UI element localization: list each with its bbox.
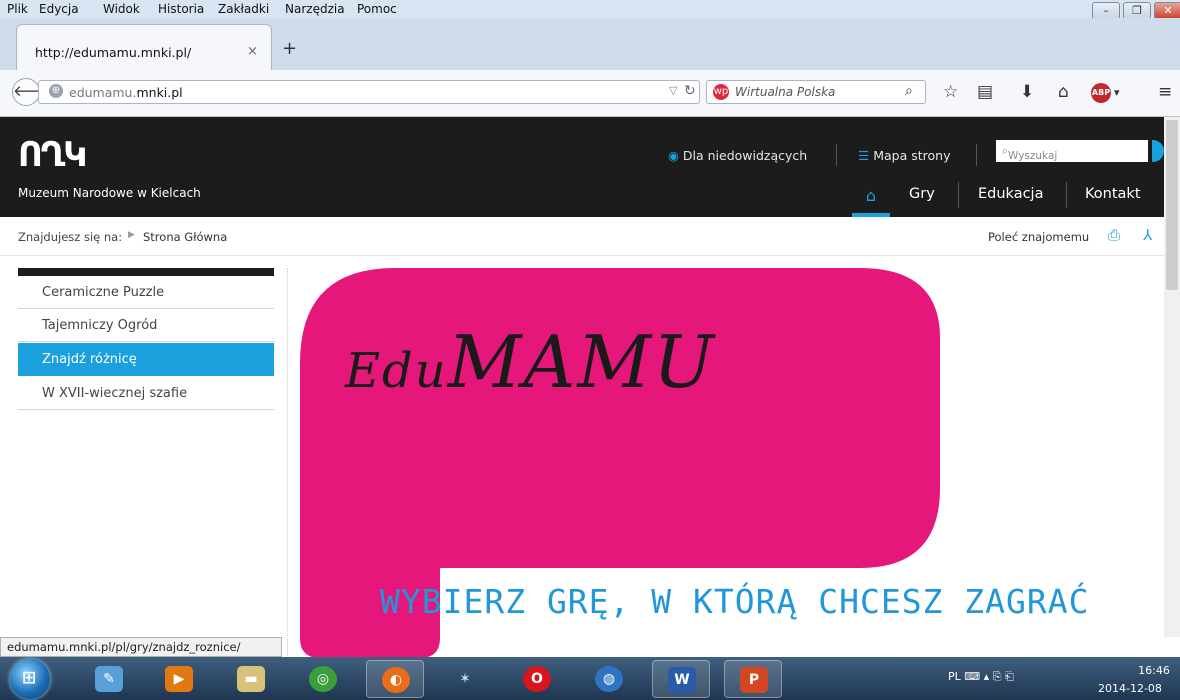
powerpoint-icon: P xyxy=(740,667,768,693)
recommend-link[interactable]: Poleć znajomemu xyxy=(988,230,1089,244)
banner-title: EduMAMU xyxy=(345,320,716,404)
search-bar[interactable]: wp Wirtualna Polska ⌕ xyxy=(706,80,926,104)
nav-games[interactable]: Gry xyxy=(909,186,935,202)
power-icon[interactable]: ⎗ xyxy=(1005,670,1014,683)
address-bar[interactable]: ⊕ edumamu.mnki.pl ▽ ↻ xyxy=(38,80,700,104)
menu-bar: Plik Edycja Widok Historia Zakładki Narz… xyxy=(0,0,1180,18)
menu-history[interactable]: Historia xyxy=(158,2,204,16)
eye-icon: ◉ xyxy=(668,148,679,163)
tab-active[interactable]: http://edumamu.mnki.pl/ × xyxy=(16,24,272,72)
sidebar-item-wardrobe[interactable]: W XVII-wiecznej szafie xyxy=(18,377,274,410)
taskbar-app[interactable]: O xyxy=(508,660,566,698)
sidebar-item-ceramic-puzzle[interactable]: Ceramiczne Puzzle xyxy=(18,276,274,309)
bookmark-star-icon[interactable]: ☆ xyxy=(943,82,958,102)
museum-logo[interactable]: ՈՂԿ xyxy=(18,135,87,175)
menu-tools[interactable]: Narzędzia xyxy=(285,2,345,16)
globe-icon: ⊕ xyxy=(49,84,63,98)
site-search-input[interactable]: ⌕ Wyszukaj xyxy=(996,140,1148,162)
word-icon: W xyxy=(668,667,696,693)
opera-icon: O xyxy=(523,666,551,692)
museum-name[interactable]: Muzeum Narodowe w Kielcach xyxy=(18,186,201,200)
url-text: edumamu.mnki.pl xyxy=(69,85,183,100)
clock-date[interactable]: 2014-12-08 xyxy=(1098,682,1162,695)
menu-view[interactable]: Widok xyxy=(103,2,140,16)
new-tab-button[interactable]: + xyxy=(282,38,297,59)
sidebar-item-secret-garden[interactable]: Tajemniczy Ogród xyxy=(18,309,274,342)
back-button[interactable]: 🡐 xyxy=(12,78,53,106)
header-divider xyxy=(836,144,837,166)
sidebar-header-bar xyxy=(18,268,274,276)
taskbar-app-active[interactable]: ◐ xyxy=(366,660,424,698)
nav-education[interactable]: Edukacja xyxy=(978,186,1043,202)
header-divider xyxy=(976,144,977,166)
low-vision-link[interactable]: ◉ Dla niedowidzących xyxy=(668,148,807,163)
network-icon[interactable]: ⎘ xyxy=(993,670,1002,683)
tray-expand-icon[interactable]: ▴ xyxy=(984,670,990,683)
home-icon[interactable]: ⌂ xyxy=(1058,82,1069,102)
adblock-icon[interactable]: ABP xyxy=(1091,83,1111,103)
taskbar-app[interactable]: ▶ xyxy=(150,660,208,698)
tab-close-icon[interactable]: × xyxy=(247,44,258,59)
scrollbar-thumb[interactable] xyxy=(1166,120,1178,290)
print-icon[interactable]: ⎙ xyxy=(1108,226,1120,244)
hamburger-menu-icon[interactable]: ≡ xyxy=(1158,82,1172,102)
bookmarks-menu-icon[interactable]: ▤ xyxy=(977,82,993,102)
chrome-icon: ◎ xyxy=(309,666,337,692)
reload-icon[interactable]: ↻ xyxy=(684,83,696,99)
pdf-icon[interactable]: ⅄ xyxy=(1143,226,1152,244)
system-tray[interactable]: PL ⌨ ▴ ⎘ ⎗ xyxy=(948,670,1014,684)
firefox-icon: ◐ xyxy=(382,667,410,693)
media-player-icon: ▶ xyxy=(165,666,193,692)
taskbar-app[interactable]: ◎ xyxy=(294,660,352,698)
downloads-icon[interactable]: ⬇ xyxy=(1020,82,1034,102)
taskbar-app[interactable]: ◍ xyxy=(580,660,638,698)
menu-bookmarks[interactable]: Zakładki xyxy=(218,2,269,16)
content-divider xyxy=(287,268,288,658)
nav-divider xyxy=(1066,182,1067,208)
history-dropdown-icon[interactable]: ▽ xyxy=(669,84,677,97)
taskbar-app-active[interactable]: W xyxy=(652,660,710,698)
search-engine-label: Wirtualna Polska xyxy=(735,85,836,99)
menu-file[interactable]: Plik xyxy=(7,2,28,16)
breadcrumb-home-link[interactable]: Strona Główna xyxy=(143,230,227,244)
tab-title: http://edumamu.mnki.pl/ xyxy=(35,45,192,60)
nav-divider xyxy=(958,182,959,208)
adblock-dropdown-icon[interactable]: ▾ xyxy=(1114,86,1120,99)
wp-logo-icon[interactable]: wp xyxy=(713,84,729,100)
list-icon: ☰ xyxy=(858,148,870,163)
system-tool-icon: ✎ xyxy=(95,666,123,692)
taskbar-app[interactable]: ✎ xyxy=(80,660,138,698)
sitemap-link[interactable]: ☰ Mapa strony xyxy=(858,148,950,163)
language-indicator[interactable]: PL xyxy=(948,670,961,683)
breadcrumb-separator-icon: ▶ xyxy=(128,230,135,240)
status-bar: edumamu.mnki.pl/pl/gry/znajdz_roznice/ xyxy=(0,637,282,657)
search-icon[interactable]: ⌕ xyxy=(905,83,913,99)
taskbar-app-active[interactable]: P xyxy=(724,660,782,698)
site-header xyxy=(0,117,1164,217)
taskbar-app[interactable]: ✶ xyxy=(436,660,494,698)
nav-home-icon[interactable]: ⌂ xyxy=(852,180,890,217)
start-button[interactable]: ⊞ xyxy=(10,659,50,699)
banner-subtitle: WYBIERZ GRĘ, W KTÓRĄ CHCESZ ZAGRAĆ xyxy=(380,582,1090,621)
sidebar-item-spot-difference[interactable]: Znajdź różnicę xyxy=(18,343,274,376)
spider-icon: ✶ xyxy=(459,671,471,687)
nav-contact[interactable]: Kontakt xyxy=(1085,186,1141,202)
windows-logo-icon: ⊞ xyxy=(22,668,37,688)
clock-time[interactable]: 16:46 xyxy=(1124,664,1180,677)
network-globe-icon: ◍ xyxy=(595,666,623,692)
menu-help[interactable]: Pomoc xyxy=(357,2,397,16)
menu-edit[interactable]: Edycja xyxy=(39,2,79,16)
keyboard-icon[interactable]: ⌨ xyxy=(964,670,980,683)
taskbar-app[interactable]: ▬ xyxy=(222,660,280,698)
site-search-placeholder: ⌕ Wyszukaj xyxy=(1002,145,1058,162)
breadcrumb-label: Znajdujesz się na: xyxy=(18,230,123,244)
file-explorer-icon: ▬ xyxy=(237,666,265,692)
